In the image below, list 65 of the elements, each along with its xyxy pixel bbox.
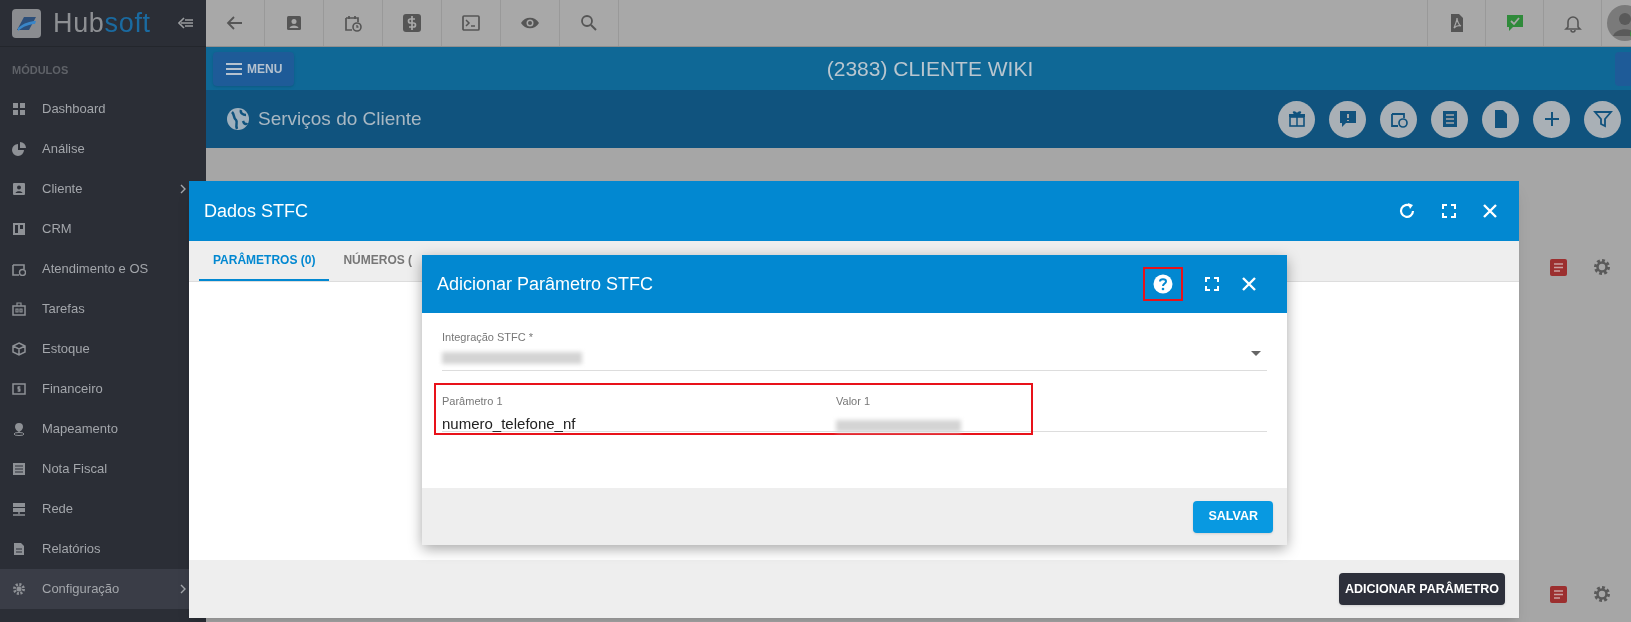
document-list-icon bbox=[12, 461, 26, 476]
terminal-icon bbox=[461, 13, 481, 33]
tab[interactable]: PARÂMETROS (0) bbox=[199, 241, 330, 281]
fullscreen-icon[interactable] bbox=[1442, 204, 1456, 218]
tab[interactable]: NÚMEROS ( bbox=[329, 241, 427, 281]
input-field[interactable]: Parâmetro 1 numero_telefone_nf bbox=[442, 393, 836, 435]
close-icon[interactable] bbox=[1241, 276, 1257, 292]
collapse-icon[interactable] bbox=[178, 17, 194, 29]
chat-check-icon bbox=[1504, 13, 1525, 33]
board-icon bbox=[12, 221, 26, 236]
gear-icon bbox=[12, 581, 26, 596]
field-label: Valor 1 bbox=[836, 394, 872, 409]
action-button[interactable] bbox=[1329, 100, 1366, 138]
filter-icon bbox=[1592, 109, 1613, 129]
search-icon bbox=[579, 13, 599, 33]
chevron-icon bbox=[180, 583, 186, 594]
section-title: Serviços do Cliente bbox=[258, 106, 422, 131]
calendar-clock-icon bbox=[343, 13, 363, 33]
dollar-icon bbox=[402, 13, 422, 33]
subdialog-title: Adicionar Parâmetro STFC bbox=[437, 272, 654, 296]
action-button[interactable] bbox=[1431, 100, 1468, 138]
action-button[interactable] bbox=[1278, 100, 1315, 138]
caret-icon bbox=[1251, 351, 1261, 356]
alert-message-icon bbox=[1337, 109, 1358, 129]
action-button[interactable] bbox=[1380, 100, 1417, 138]
document-list-icon[interactable] bbox=[1550, 585, 1567, 603]
grid-icon bbox=[12, 101, 26, 116]
action-button[interactable] bbox=[1482, 100, 1519, 138]
building-icon bbox=[12, 301, 26, 316]
chevron-icon bbox=[180, 183, 186, 194]
field-label: Integração STFC * bbox=[442, 330, 535, 345]
action-button[interactable] bbox=[1584, 100, 1621, 138]
dialog-title: Dados STFC bbox=[204, 199, 309, 223]
close-icon[interactable] bbox=[1482, 203, 1498, 219]
action-button[interactable] bbox=[1533, 100, 1570, 138]
bell-icon bbox=[1562, 13, 1583, 33]
field-value: numero_telefone_nf bbox=[442, 413, 577, 434]
gift-icon bbox=[1286, 109, 1307, 129]
banknote-icon bbox=[12, 381, 26, 396]
gear-icon[interactable] bbox=[1593, 585, 1611, 603]
file-icon bbox=[12, 541, 26, 556]
server-icon bbox=[12, 501, 26, 516]
pie-chart-icon bbox=[12, 141, 26, 156]
map-pin-icon bbox=[12, 421, 26, 436]
cube-icon bbox=[12, 341, 26, 356]
calendar-clock-icon bbox=[12, 261, 26, 276]
logo-text: Hubsoft bbox=[53, 6, 151, 40]
globe-icon bbox=[226, 107, 250, 131]
logo-icon bbox=[12, 8, 41, 38]
document-list-icon[interactable] bbox=[1550, 258, 1567, 276]
contact-card-icon bbox=[284, 13, 304, 33]
menu-icon bbox=[225, 61, 243, 76]
contact-card-icon bbox=[12, 181, 26, 196]
help-icon bbox=[1153, 274, 1173, 294]
save-button[interactable]: SALVAR bbox=[1193, 500, 1273, 533]
help-button[interactable] bbox=[1143, 267, 1183, 301]
client-title: (2383) CLIENTE WIKI bbox=[825, 55, 1035, 82]
gear-icon[interactable] bbox=[1593, 258, 1611, 276]
add-parameter-button[interactable]: ADICIONAR PARÂMETRO bbox=[1339, 573, 1505, 605]
field-label: Parâmetro 1 bbox=[442, 394, 504, 409]
fullscreen-icon[interactable] bbox=[1205, 277, 1219, 291]
input-field[interactable]: Valor 1 bbox=[836, 393, 1230, 435]
menu-button[interactable]: MENU bbox=[213, 51, 295, 86]
refresh-icon[interactable] bbox=[1398, 202, 1416, 220]
select-field[interactable]: Integração STFC * bbox=[442, 329, 1267, 371]
